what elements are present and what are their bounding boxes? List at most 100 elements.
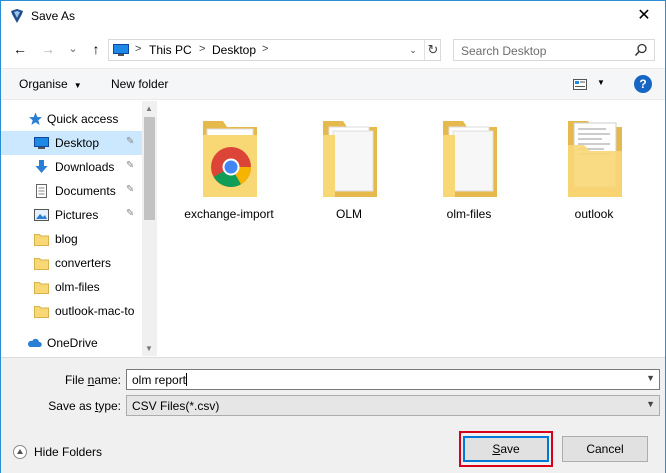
recent-locations-icon[interactable]: ⌄ xyxy=(64,40,82,58)
command-bar: Organise ▼ New folder ▼ ? xyxy=(1,68,665,100)
download-icon xyxy=(35,160,48,173)
folder-icon xyxy=(323,121,377,197)
address-dropdown-icon[interactable]: ⌄ xyxy=(404,40,422,60)
sidebar-item-desktop[interactable]: Desktop ✎ xyxy=(1,131,142,155)
window-title: Save As xyxy=(31,9,76,23)
folder-name: outlook xyxy=(574,207,614,221)
folder-item-exchange-import[interactable]: exchange-import xyxy=(179,111,279,221)
organise-menu[interactable]: Organise ▼ xyxy=(19,77,82,91)
navigation-pane: Quick access Desktop ✎ Downloads ✎ Docum… xyxy=(1,101,157,356)
save-as-type-value: CSV Files(*.csv) xyxy=(132,399,220,413)
sidebar-item-olm-files[interactable]: olm-files xyxy=(1,275,142,299)
sidebar-scrollbar[interactable]: ▲ ▼ xyxy=(142,101,157,356)
up-arrow-icon[interactable]: ↑ xyxy=(87,40,105,58)
folder-item-olm-files[interactable]: olm-files xyxy=(419,111,519,221)
save-as-dialog: Save As ✕ ← → ⌄ ↑ > This PC > Desktop > … xyxy=(0,0,666,473)
chevron-up-icon xyxy=(13,445,27,459)
title-bar: Save As ✕ xyxy=(1,1,665,31)
save-as-type-label: Save as type: xyxy=(41,399,121,413)
sidebar-item-pictures[interactable]: Pictures ✎ xyxy=(1,203,142,227)
folder-icon xyxy=(34,258,49,270)
sidebar-item-label: converters xyxy=(55,256,112,270)
close-button[interactable]: ✕ xyxy=(633,5,655,27)
app-icon xyxy=(11,9,23,23)
chevron-down-icon[interactable]: ▼ xyxy=(646,373,655,383)
sidebar-item-converters[interactable]: converters xyxy=(1,251,142,275)
forward-arrow-icon[interactable]: → xyxy=(39,40,57,58)
folder-icon xyxy=(34,306,49,318)
pin-icon: ✎ xyxy=(126,208,135,219)
sidebar-item-blog[interactable]: blog xyxy=(1,227,142,251)
label-text: Save as xyxy=(48,399,95,413)
hide-folders-label: Hide Folders xyxy=(34,445,103,459)
file-name-label: File name: xyxy=(59,373,121,387)
sidebar-item-outlook-mac-to[interactable]: outlook-mac-to xyxy=(1,299,142,323)
breadcrumb-desktop[interactable]: Desktop xyxy=(212,43,256,57)
search-box[interactable]: Search Desktop xyxy=(453,39,655,61)
folder-item-outlook[interactable]: outlook xyxy=(544,111,644,221)
new-folder-button[interactable]: New folder xyxy=(111,77,168,91)
label-text: ype: xyxy=(98,399,121,413)
folder-item-olm[interactable]: OLM xyxy=(299,111,399,221)
save-label: ave xyxy=(500,442,520,456)
desktop-icon xyxy=(34,137,49,149)
file-list: exchange-import OLM olm-files outlook xyxy=(161,101,665,356)
help-icon[interactable]: ? xyxy=(634,75,652,93)
file-name-input[interactable]: olm report ▼ xyxy=(126,369,660,390)
chevron-down-icon[interactable]: ▼ xyxy=(646,399,655,409)
organise-label: Organise xyxy=(19,77,68,91)
save-button[interactable]: Save xyxy=(463,436,549,462)
sidebar-item-documents[interactable]: Documents ✎ xyxy=(1,179,142,203)
folder-icon xyxy=(34,234,49,246)
sidebar-item-label: OneDrive xyxy=(47,336,98,350)
search-input[interactable]: Search Desktop xyxy=(461,44,546,58)
pin-icon: ✎ xyxy=(126,136,135,147)
cancel-button[interactable]: Cancel xyxy=(562,436,648,462)
folder-icon xyxy=(443,121,497,197)
sidebar-item-label: Downloads xyxy=(55,160,115,174)
sidebar-item-label: Quick access xyxy=(47,112,119,126)
file-name-text: olm report xyxy=(132,373,187,387)
scroll-down-icon[interactable]: ▼ xyxy=(145,344,153,353)
address-bar[interactable]: > This PC > Desktop > ⌄ ↻ xyxy=(108,39,441,61)
breadcrumb-this-pc[interactable]: This PC xyxy=(149,43,192,57)
scrollbar-thumb[interactable] xyxy=(144,117,155,220)
this-pc-icon xyxy=(113,44,129,56)
text-cursor xyxy=(186,373,188,386)
save-options-panel: File name: olm report ▼ Save as type: CS… xyxy=(1,357,665,473)
folder-name: exchange-import xyxy=(184,207,274,221)
crumb-separator: > xyxy=(262,43,269,55)
save-as-type-select[interactable]: CSV Files(*.csv) ▼ xyxy=(126,395,660,416)
crumb-separator: > xyxy=(199,43,206,55)
sidebar-item-downloads[interactable]: Downloads ✎ xyxy=(1,155,142,179)
sidebar-item-label: blog xyxy=(55,232,78,246)
folder-document-icon xyxy=(568,121,622,197)
crumb-separator: > xyxy=(135,43,142,55)
folder-name: OLM xyxy=(335,207,362,221)
back-arrow-icon[interactable]: ← xyxy=(11,40,29,58)
file-name-value: olm report xyxy=(132,373,188,387)
sidebar-item-onedrive[interactable]: OneDrive xyxy=(1,331,142,355)
navigation-bar: ← → ⌄ ↑ > This PC > Desktop > ⌄ ↻ Search… xyxy=(1,34,665,66)
folder-icon xyxy=(34,282,49,294)
pictures-icon xyxy=(34,209,49,221)
sidebar-item-quick-access[interactable]: Quick access xyxy=(1,107,142,131)
sidebar-item-label: Pictures xyxy=(55,208,99,222)
folder-name: olm-files xyxy=(446,207,492,221)
pin-icon: ✎ xyxy=(126,184,135,195)
cloud-icon xyxy=(27,338,42,347)
sidebar-item-label: Desktop xyxy=(55,136,100,150)
pin-icon: ✎ xyxy=(126,160,135,171)
refresh-icon[interactable]: ↻ xyxy=(424,40,441,60)
view-options-icon[interactable] xyxy=(573,79,587,90)
label-text: File xyxy=(64,373,88,387)
scroll-up-icon[interactable]: ▲ xyxy=(145,104,153,113)
documents-icon xyxy=(36,184,47,198)
folder-chrome-icon xyxy=(203,121,257,197)
sidebar-item-label: outlook-mac-to xyxy=(55,304,135,318)
chevron-down-icon: ▼ xyxy=(73,81,82,90)
sidebar-item-label: olm-files xyxy=(55,280,100,294)
star-icon xyxy=(29,112,42,125)
sidebar-item-label: Documents xyxy=(55,184,116,198)
view-dropdown-icon[interactable]: ▼ xyxy=(597,78,605,87)
